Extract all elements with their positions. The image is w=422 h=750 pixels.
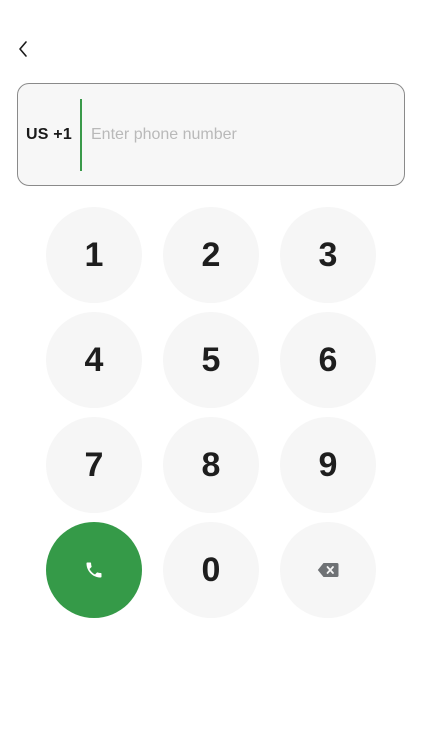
key-3[interactable]: 3	[280, 207, 376, 303]
key-6[interactable]: 6	[280, 312, 376, 408]
country-code-selector[interactable]: US +1	[18, 126, 80, 144]
key-2[interactable]: 2	[163, 207, 259, 303]
key-1[interactable]: 1	[46, 207, 142, 303]
backspace-icon	[317, 563, 339, 577]
key-8[interactable]: 8	[163, 417, 259, 513]
phone-icon	[86, 562, 102, 578]
phone-number-field[interactable]: US +1	[17, 83, 405, 186]
key-7[interactable]: 7	[46, 417, 142, 513]
key-0[interactable]: 0	[163, 522, 259, 618]
back-button[interactable]	[10, 36, 36, 62]
phone-number-input[interactable]	[82, 84, 404, 185]
phone-entry-screen: US +1 1 2 3 4 5 6 7 8 9 0	[0, 0, 422, 750]
key-4[interactable]: 4	[46, 312, 142, 408]
key-9[interactable]: 9	[280, 417, 376, 513]
call-button[interactable]	[46, 522, 142, 618]
chevron-left-icon	[19, 41, 27, 57]
key-5[interactable]: 5	[163, 312, 259, 408]
backspace-button[interactable]	[280, 522, 376, 618]
